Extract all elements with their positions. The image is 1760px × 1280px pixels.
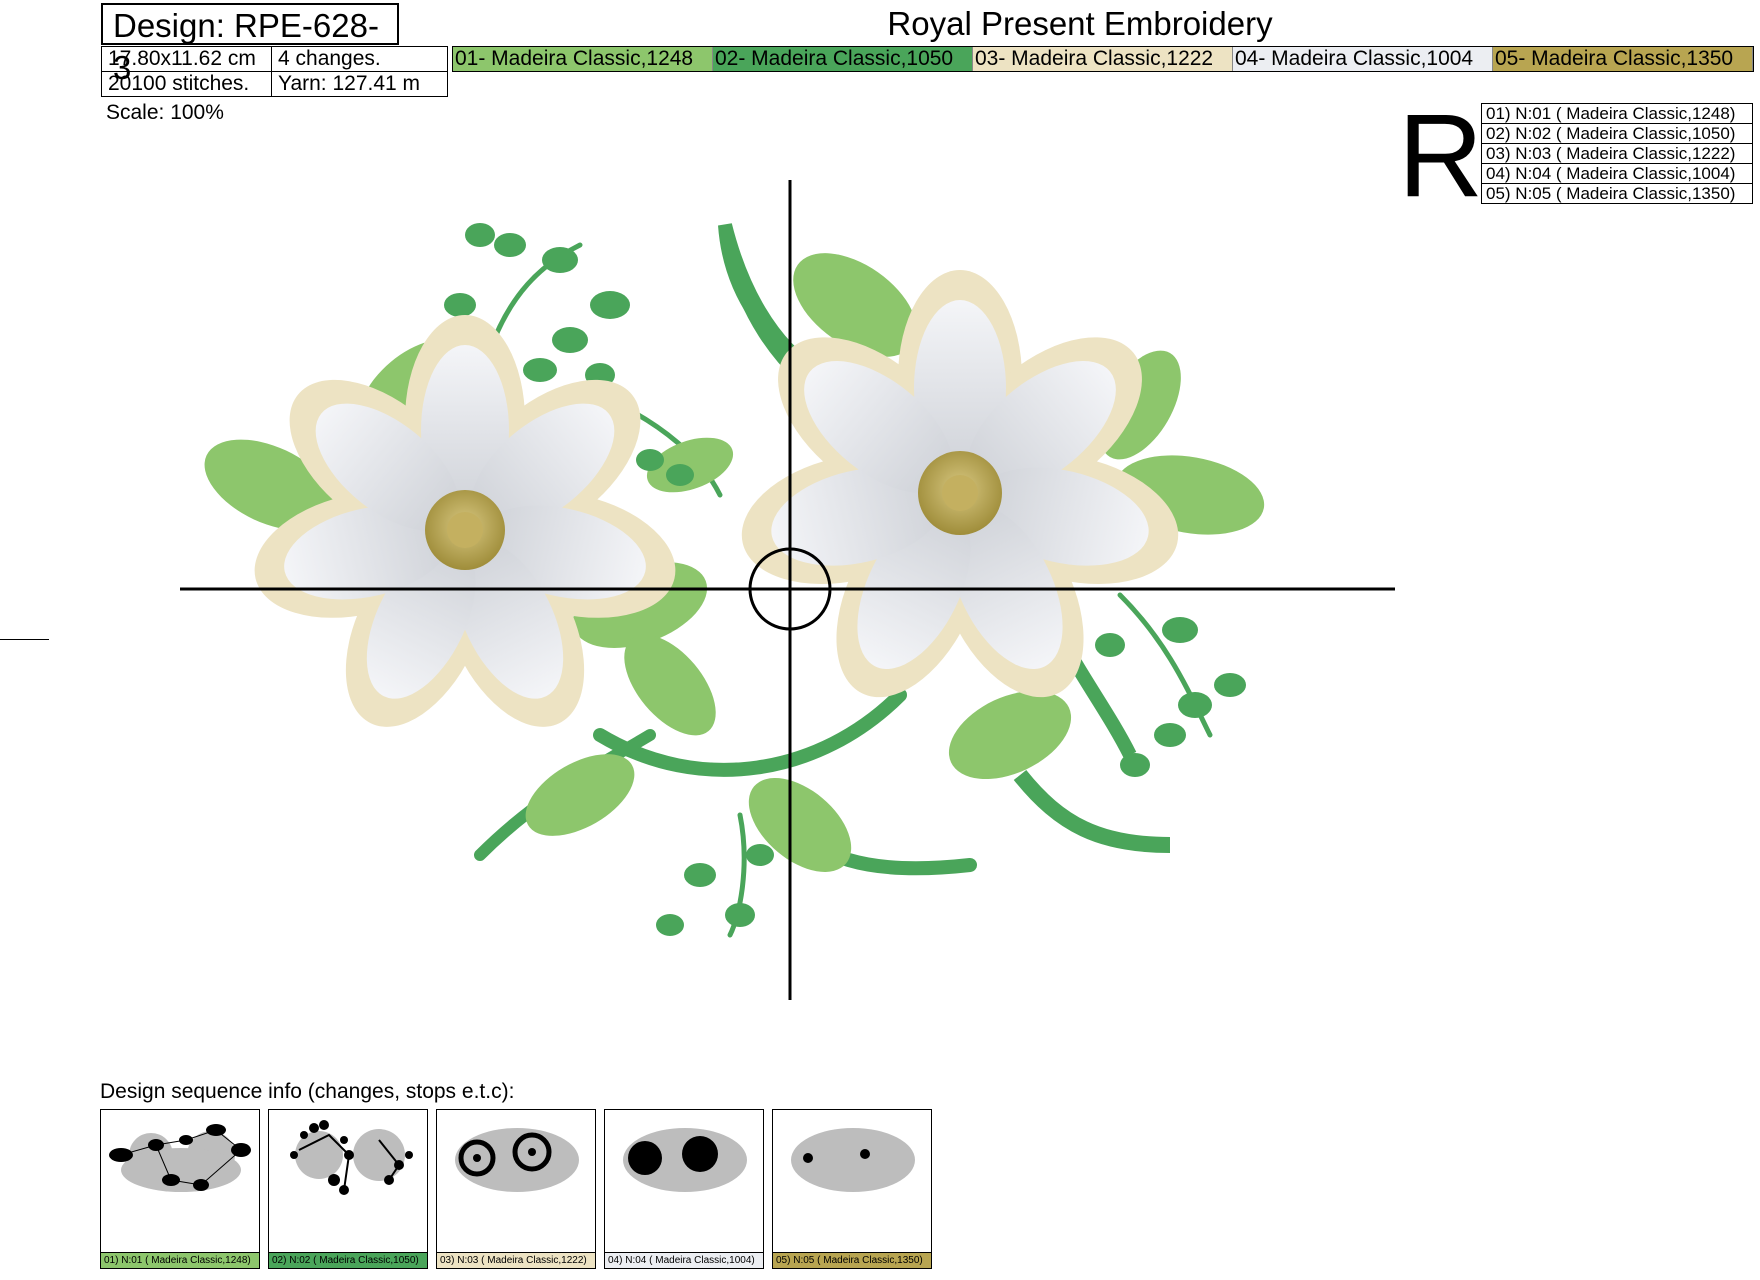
stitch-count: 20100 stitches. — [101, 71, 272, 97]
legend-item: 05) N:05 ( Madeira Classic,1350) — [1481, 183, 1753, 204]
legend-item: 02) N:02 ( Madeira Classic,1050) — [1481, 123, 1753, 144]
embroidery-preview — [180, 180, 1395, 1000]
step-label: 05) N:05 ( Madeira Classic,1350) — [773, 1252, 931, 1268]
color-swatch-3: 03- Madeira Classic,1222 — [973, 47, 1233, 71]
sequence-thumbnails: 01) N:01 ( Madeira Classic,1248) 02) N:0… — [100, 1109, 932, 1269]
color-changes: 4 changes. — [271, 46, 448, 72]
edge-marker — [0, 639, 49, 640]
step-1-preview — [109, 1124, 251, 1192]
design-size: 17.80x11.62 cm — [101, 46, 272, 72]
color-swatch-1: 01- Madeira Classic,1248 — [453, 47, 713, 71]
scale-label: Scale: 100% — [106, 101, 224, 124]
sequence-step-4: 04) N:04 ( Madeira Classic,1004) — [604, 1109, 764, 1269]
page-title: Royal Present Embroidery — [887, 5, 1273, 42]
color-swatch-2: 02- Madeira Classic,1050 — [713, 47, 973, 71]
step-3-preview — [455, 1128, 579, 1192]
sequence-step-2: 02) N:02 ( Madeira Classic,1050) — [268, 1109, 428, 1269]
info-row-2: 20100 stitches. Yarn: 127.41 m — [101, 71, 448, 97]
sequence-step-3: 03) N:03 ( Madeira Classic,1222) — [436, 1109, 596, 1269]
orientation-letter: R — [1398, 90, 1484, 222]
left-flower — [254, 315, 676, 727]
design-id-box: Design: RPE-628-3 — [101, 3, 399, 86]
legend-item: 03) N:03 ( Madeira Classic,1222) — [1481, 143, 1753, 164]
step-label: 02) N:02 ( Madeira Classic,1050) — [269, 1252, 427, 1268]
yarn-length: Yarn: 127.41 m — [271, 71, 448, 97]
center-crosshair — [180, 180, 1395, 1000]
step-label: 03) N:03 ( Madeira Classic,1222) — [437, 1252, 595, 1268]
sequence-step-1: 01) N:01 ( Madeira Classic,1248) — [100, 1109, 260, 1269]
step-4-preview — [623, 1128, 747, 1192]
right-flower — [741, 270, 1179, 698]
sequence-label: Design sequence info (changes, stops e.t… — [100, 1080, 515, 1103]
legend-item: 04) N:04 ( Madeira Classic,1004) — [1481, 163, 1753, 184]
design-info-table: 17.80x11.62 cm 4 changes. 20100 stitches… — [101, 46, 448, 97]
step-label: 01) N:01 ( Madeira Classic,1248) — [101, 1252, 259, 1268]
color-swatch-5: 05- Madeira Classic,1350 — [1493, 47, 1753, 71]
step-label: 04) N:04 ( Madeira Classic,1004) — [605, 1252, 763, 1268]
info-row-1: 17.80x11.62 cm 4 changes. — [101, 46, 448, 72]
sequence-step-5: 05) N:05 ( Madeira Classic,1350) — [772, 1109, 932, 1269]
color-swatch-4: 04- Madeira Classic,1004 — [1233, 47, 1493, 71]
step-2-preview — [290, 1120, 413, 1195]
color-swatch-bar: 01- Madeira Classic,1248 02- Madeira Cla… — [452, 46, 1754, 72]
step-5-preview — [791, 1128, 915, 1192]
thread-legend: 01) N:01 ( Madeira Classic,1248) 02) N:0… — [1481, 103, 1753, 204]
legend-item: 01) N:01 ( Madeira Classic,1248) — [1481, 103, 1753, 124]
